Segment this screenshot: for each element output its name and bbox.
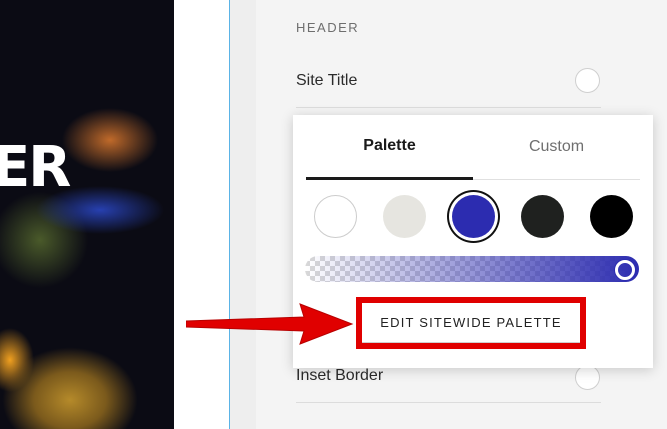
palette-swatch-dark-green[interactable] (521, 195, 564, 238)
hero-heading: ER (0, 135, 71, 200)
tab-palette[interactable]: Palette (306, 115, 473, 180)
annotation-arrow-icon (186, 303, 354, 345)
palette-swatch-blue[interactable] (452, 195, 495, 238)
tab-custom[interactable]: Custom (473, 115, 640, 180)
palette-swatch-light-gray[interactable] (383, 195, 426, 238)
site-title-color-swatch[interactable] (575, 68, 600, 93)
row-label-inset-border: Inset Border (296, 367, 384, 384)
opacity-slider[interactable] (305, 256, 639, 282)
panel-gutter (230, 0, 256, 429)
row-label-site-title: Site Title (296, 72, 358, 89)
hero-preview-image: ER (0, 0, 174, 429)
row-divider (296, 402, 601, 403)
palette-swatch-black[interactable] (590, 195, 633, 238)
section-heading-header: HEADER (296, 20, 360, 35)
canvas-area (174, 0, 230, 429)
annotation-highlight-box (356, 297, 586, 349)
palette-swatch-white[interactable] (314, 195, 357, 238)
row-divider (296, 107, 601, 108)
inset-border-color-swatch[interactable] (575, 365, 600, 390)
opacity-slider-handle[interactable] (615, 260, 635, 280)
